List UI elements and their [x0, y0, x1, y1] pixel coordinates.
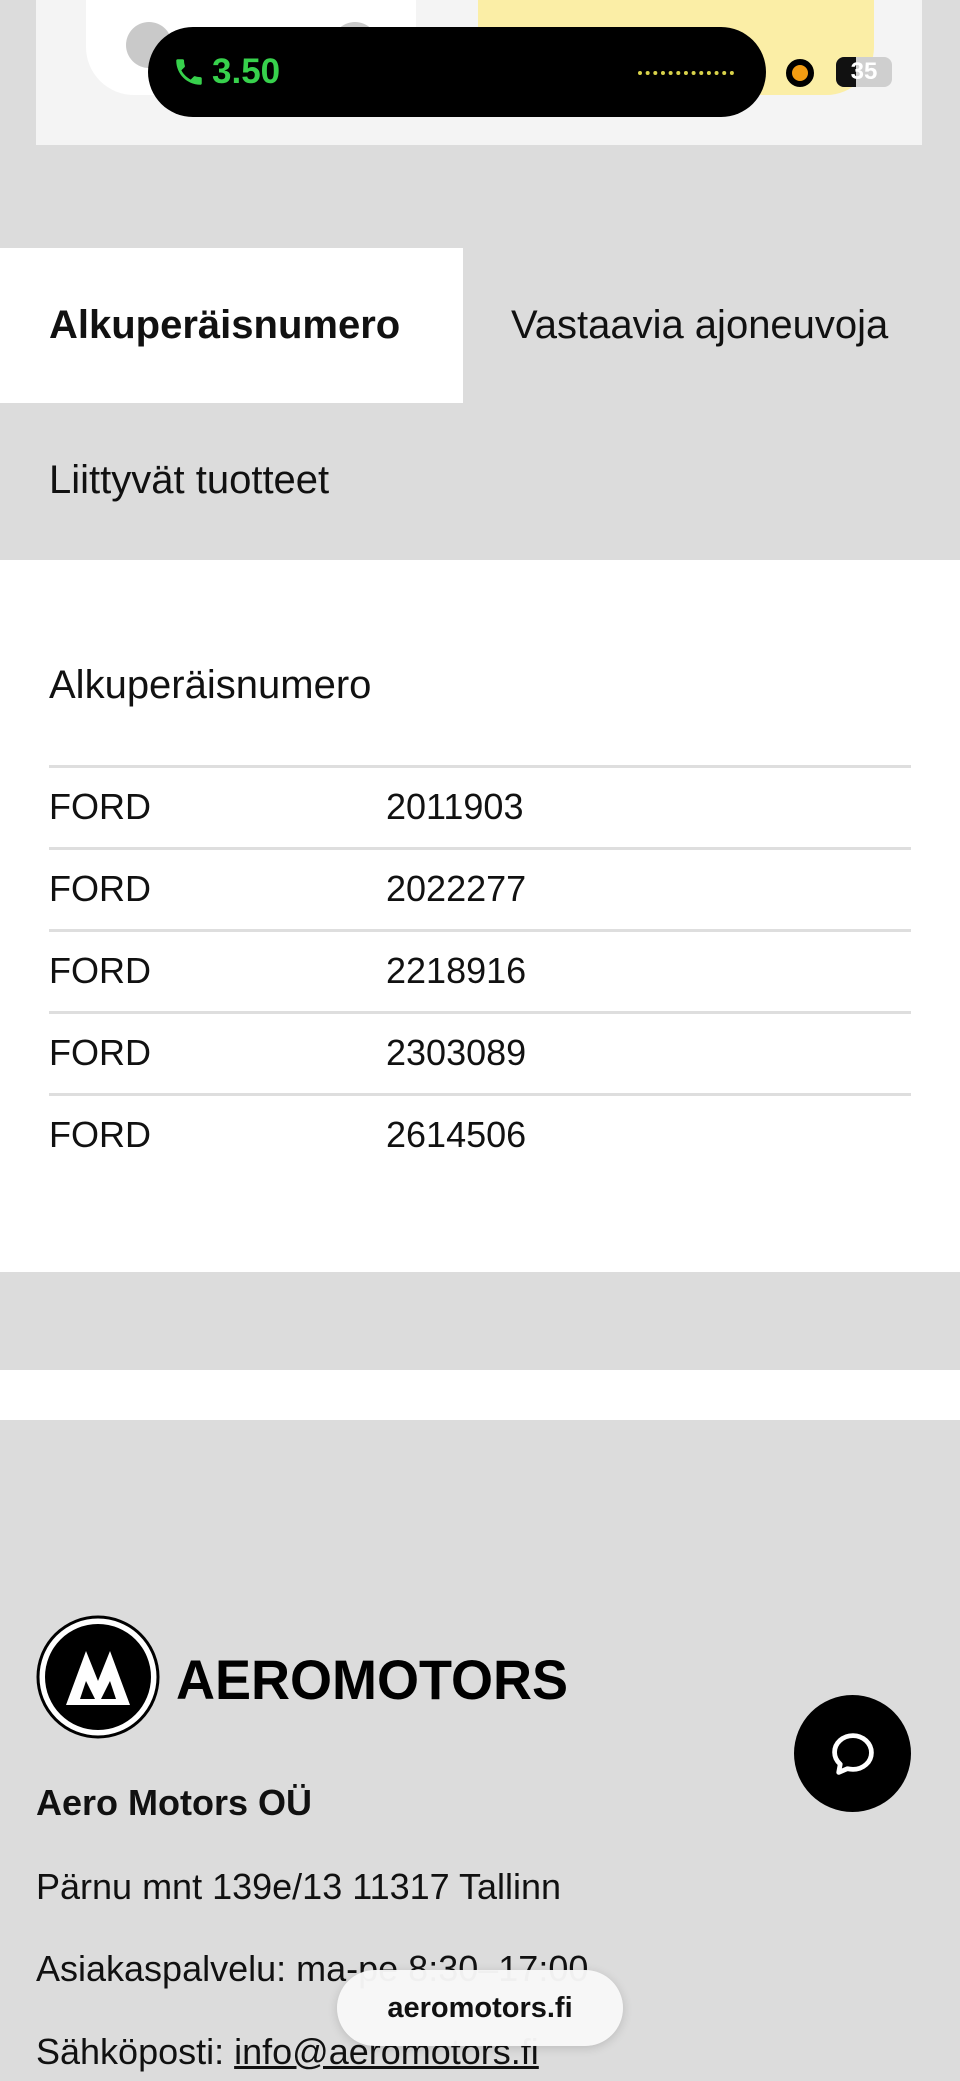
- brand-cell: FORD: [49, 950, 151, 991]
- chat-bubble-icon: [831, 1732, 874, 1775]
- brand-cell: FORD: [49, 868, 151, 909]
- aeromotors-logo[interactable]: AEROMOTORS: [36, 1615, 576, 1739]
- number-cell: 2218916: [386, 950, 527, 991]
- table-row: FORD 2022277: [49, 847, 911, 929]
- table-row: FORD 2218916: [49, 929, 911, 1011]
- chat-button[interactable]: [794, 1695, 911, 1812]
- table-row: FORD 2011903: [49, 765, 911, 847]
- waveform-icon: [638, 71, 734, 75]
- tab-original-number[interactable]: Alkuperäisnumero: [0, 248, 463, 403]
- company-address: Pärnu mnt 139e/13 11317 Tallinn: [36, 1866, 562, 1907]
- oem-number-table: FORD 2011903 FORD 2022277 FORD 2218916 F…: [49, 765, 911, 1175]
- call-duration: 3.50: [212, 52, 281, 91]
- email-label: Sähköposti:: [36, 2031, 235, 2072]
- brand-cell: FORD: [49, 786, 151, 827]
- tab-panel: Alkuperäisnumero FORD 2011903 FORD 20222…: [0, 560, 960, 1272]
- url-text: aeromotors.fi: [387, 1991, 573, 2024]
- recording-dot-icon: [786, 59, 814, 87]
- section-divider: [0, 1370, 960, 1420]
- company-name: Aero Motors OÜ: [36, 1782, 313, 1823]
- panel-title: Alkuperäisnumero: [49, 663, 372, 707]
- number-cell: 2614506: [386, 1114, 527, 1155]
- tab-label: Liittyvät tuotteet: [49, 458, 330, 502]
- battery-level: 35: [850, 58, 878, 85]
- tab-label: Alkuperäisnumero: [49, 303, 401, 347]
- number-cell: 2303089: [386, 1032, 527, 1073]
- number-cell: 2022277: [386, 868, 527, 909]
- brand-cell: FORD: [49, 1114, 151, 1155]
- battery-icon: 35: [836, 57, 892, 87]
- tab-label: Vastaavia ajoneuvoja: [511, 303, 889, 347]
- tab-related-products[interactable]: Liittyvät tuotteet: [0, 403, 960, 558]
- call-status-pill[interactable]: 3.50: [148, 27, 766, 117]
- number-cell: 2011903: [386, 786, 524, 827]
- brand-cell: FORD: [49, 1032, 151, 1073]
- table-row: FORD 2614506: [49, 1093, 911, 1175]
- table-row: FORD 2303089: [49, 1011, 911, 1093]
- tab-matching-vehicles[interactable]: Vastaavia ajoneuvoja: [463, 248, 960, 403]
- phone-icon: [176, 59, 202, 85]
- browser-url-bar[interactable]: aeromotors.fi: [337, 1970, 623, 2046]
- logo-text: AEROMOTORS: [176, 1648, 568, 1711]
